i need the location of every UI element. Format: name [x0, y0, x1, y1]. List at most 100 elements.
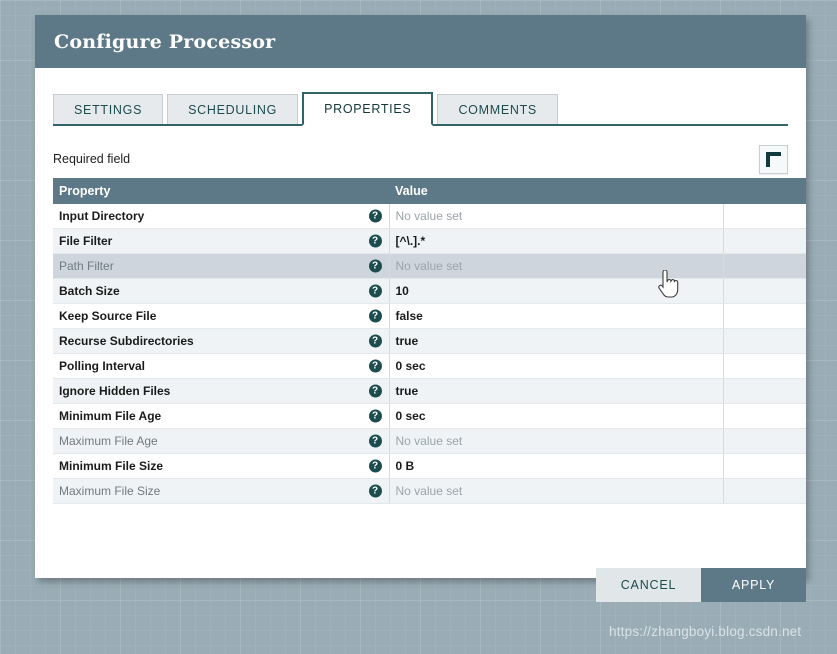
property-actions-cell[interactable]	[723, 478, 806, 504]
help-circle-icon[interactable]: ?	[368, 309, 382, 323]
table-row[interactable]: Recurse Subdirectories? true	[53, 328, 806, 354]
property-value: false	[395, 309, 423, 323]
property-value-cell[interactable]: 0 sec	[389, 403, 724, 429]
property-table-body: Input Directory? No value set File Filter?…	[53, 204, 806, 504]
help-circle-icon[interactable]: ?	[368, 284, 382, 298]
required-field-row: Required field	[53, 140, 788, 178]
column-header-property: Property	[53, 178, 389, 204]
property-value-cell[interactable]: true	[389, 328, 724, 354]
property-actions-cell[interactable]	[723, 253, 806, 279]
property-name: Batch Size	[59, 284, 120, 298]
property-value-cell[interactable]: No value set	[389, 253, 724, 279]
help-circle-icon[interactable]: ?	[368, 334, 382, 348]
property-name: Maximum File Size	[59, 484, 161, 498]
property-value: No value set	[395, 434, 463, 448]
property-actions-cell[interactable]	[723, 378, 806, 404]
dialog-footer: CANCEL APPLY	[596, 568, 806, 602]
property-name: Polling Interval	[59, 359, 146, 373]
property-value: No value set	[395, 484, 463, 498]
property-name-cell[interactable]: Input Directory?	[53, 204, 390, 229]
plus-icon	[766, 151, 781, 167]
property-actions-cell[interactable]	[723, 453, 806, 479]
tab-settings[interactable]: SETTINGS	[53, 94, 164, 124]
property-actions-cell[interactable]	[723, 278, 806, 304]
property-name-cell[interactable]: Batch Size?	[53, 278, 390, 304]
table-row[interactable]: Batch Size? 10	[53, 278, 806, 304]
table-row[interactable]: Minimum File Size? 0 B	[53, 453, 806, 479]
tab-bar: SETTINGS SCHEDULING PROPERTIES COMMENTS	[53, 92, 788, 126]
help-circle-icon[interactable]: ?	[368, 234, 382, 248]
help-circle-icon[interactable]: ?	[368, 384, 382, 398]
property-name-cell[interactable]: Keep Source File?	[53, 303, 390, 329]
property-value-cell[interactable]: No value set	[389, 478, 724, 504]
help-circle-icon[interactable]: ?	[368, 459, 382, 473]
table-row[interactable]: Ignore Hidden Files? true	[53, 378, 806, 404]
property-name: Ignore Hidden Files	[59, 384, 171, 398]
property-name: Path Filter	[59, 259, 114, 273]
property-value-cell[interactable]: 0 sec	[389, 353, 724, 379]
property-value-cell[interactable]: 10	[389, 278, 724, 304]
help-circle-icon[interactable]: ?	[368, 409, 382, 423]
property-name-cell[interactable]: Recurse Subdirectories?	[53, 328, 390, 354]
property-actions-cell[interactable]	[723, 403, 806, 429]
table-row[interactable]: Polling Interval? 0 sec	[53, 353, 806, 379]
property-name: File Filter	[59, 234, 113, 248]
dialog-body: SETTINGS SCHEDULING PROPERTIES COMMENTS Req…	[35, 92, 806, 602]
property-name-cell[interactable]: Ignore Hidden Files?	[53, 378, 390, 404]
property-name: Keep Source File	[59, 309, 157, 323]
property-table: Property Value Input Directory? No value …	[53, 178, 806, 504]
cancel-button[interactable]: CANCEL	[596, 568, 701, 602]
help-circle-icon[interactable]: ?	[368, 484, 382, 498]
property-name-cell[interactable]: Maximum File Age?	[53, 428, 390, 454]
help-circle-icon[interactable]: ?	[368, 434, 382, 448]
property-name-cell[interactable]: Minimum File Size?	[53, 453, 390, 479]
dialog-header: Configure Processor	[35, 15, 806, 68]
help-circle-icon[interactable]: ?	[368, 359, 382, 373]
property-name-cell[interactable]: File Filter?	[53, 228, 390, 254]
table-header-row: Property Value	[53, 178, 806, 204]
property-value-cell[interactable]: 0 B	[389, 453, 724, 479]
add-property-button[interactable]	[759, 144, 788, 174]
property-value-cell[interactable]: No value set	[389, 428, 724, 454]
table-row[interactable]: Input Directory? No value set	[53, 204, 806, 229]
table-row[interactable]: Keep Source File? false	[53, 303, 806, 329]
configure-processor-dialog: Configure Processor SETTINGS SCHEDULING PR…	[35, 15, 806, 602]
property-actions-cell[interactable]	[723, 428, 806, 454]
help-circle-icon[interactable]: ?	[368, 209, 382, 223]
table-row[interactable]: Path Filter? No value set	[53, 253, 806, 279]
property-actions-cell[interactable]	[723, 228, 806, 254]
table-row[interactable]: Minimum File Age? 0 sec	[53, 403, 806, 429]
property-name: Minimum File Size	[59, 459, 164, 473]
property-name: Maximum File Age	[59, 434, 158, 448]
property-actions-cell[interactable]	[723, 353, 806, 379]
apply-button[interactable]: APPLY	[701, 568, 806, 602]
property-table-head: Property Value	[53, 178, 806, 204]
tab-scheduling[interactable]: SCHEDULING	[167, 94, 299, 124]
property-value-cell[interactable]: No value set	[389, 204, 724, 229]
table-row[interactable]: Maximum File Age? No value set	[53, 428, 806, 454]
property-name-cell[interactable]: Polling Interval?	[53, 353, 390, 379]
property-name-cell[interactable]: Minimum File Age?	[53, 403, 390, 429]
property-actions-cell[interactable]	[723, 204, 806, 229]
property-name-cell[interactable]: Path Filter?	[53, 253, 390, 279]
property-value: 0 sec	[395, 359, 426, 373]
property-value: true	[395, 384, 419, 398]
property-value-cell[interactable]: false	[389, 303, 724, 329]
property-value: No value set	[395, 259, 463, 273]
property-value-cell[interactable]: [^\.].*	[389, 228, 724, 254]
help-circle-icon[interactable]: ?	[368, 259, 382, 273]
property-value-cell[interactable]: true	[389, 378, 724, 404]
dialog-title: Configure Processor	[54, 30, 276, 53]
required-field-label: Required field	[53, 152, 131, 166]
property-value: [^\.].*	[395, 234, 426, 248]
table-row[interactable]: Maximum File Size? No value set	[53, 478, 806, 504]
tab-properties[interactable]: PROPERTIES	[302, 92, 434, 126]
property-name-cell[interactable]: Maximum File Size?	[53, 478, 390, 504]
table-row[interactable]: File Filter? [^\.].*	[53, 228, 806, 254]
watermark-text: https://zhangboyi.blog.csdn.net	[609, 624, 802, 639]
tab-comments[interactable]: COMMENTS	[437, 94, 558, 124]
column-header-actions	[723, 178, 806, 204]
property-actions-cell[interactable]	[723, 328, 806, 354]
property-value: 0 sec	[395, 409, 426, 423]
property-actions-cell[interactable]	[723, 303, 806, 329]
